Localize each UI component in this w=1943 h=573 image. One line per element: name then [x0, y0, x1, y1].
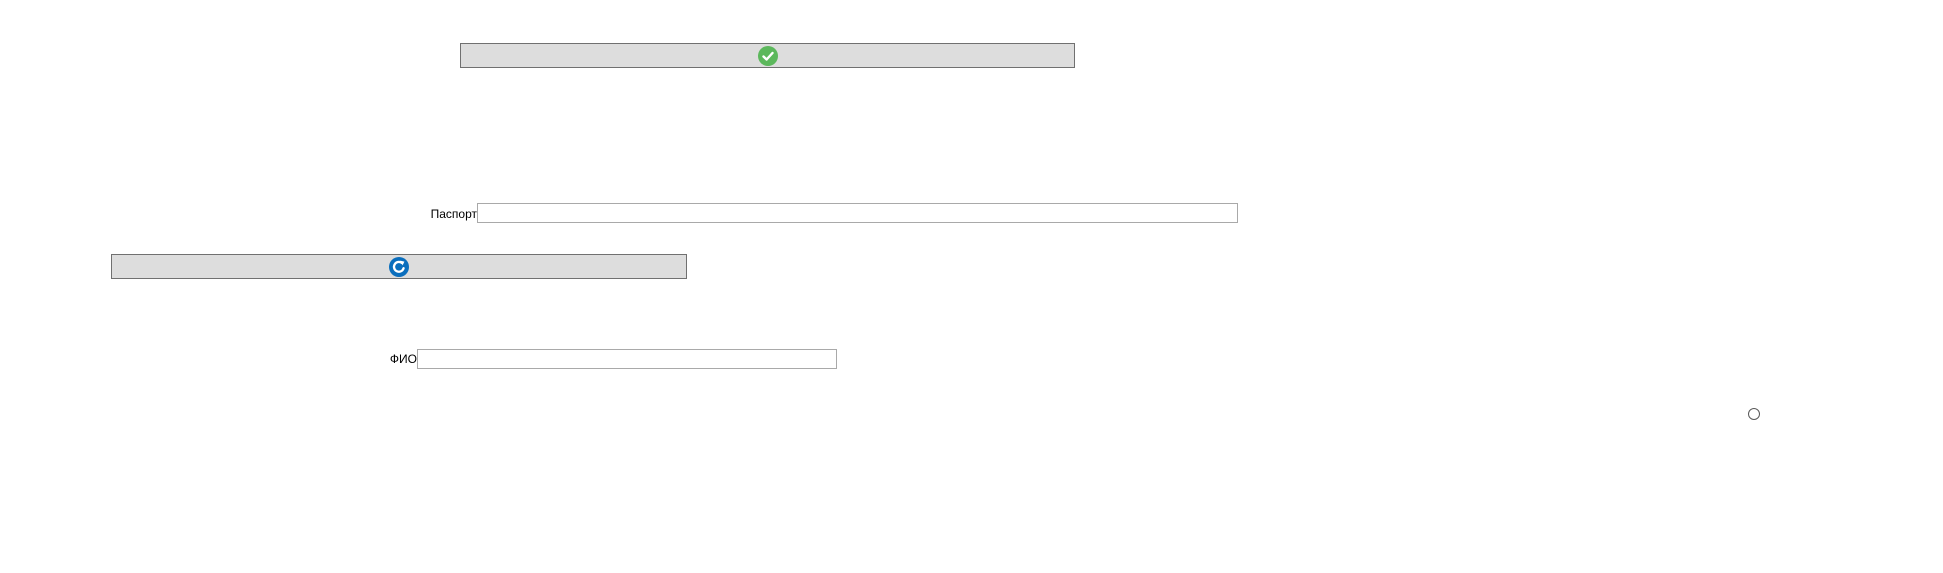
confirm-button[interactable] [460, 43, 1075, 68]
passport-input[interactable] [477, 203, 1238, 223]
check-circle-icon [757, 45, 778, 66]
refresh-button[interactable] [111, 254, 687, 279]
radio-button[interactable] [1748, 408, 1760, 420]
passport-label: Паспорт [430, 207, 477, 221]
refresh-icon [389, 256, 409, 277]
fio-input[interactable] [417, 349, 837, 369]
fio-label: ФИО [389, 352, 417, 366]
